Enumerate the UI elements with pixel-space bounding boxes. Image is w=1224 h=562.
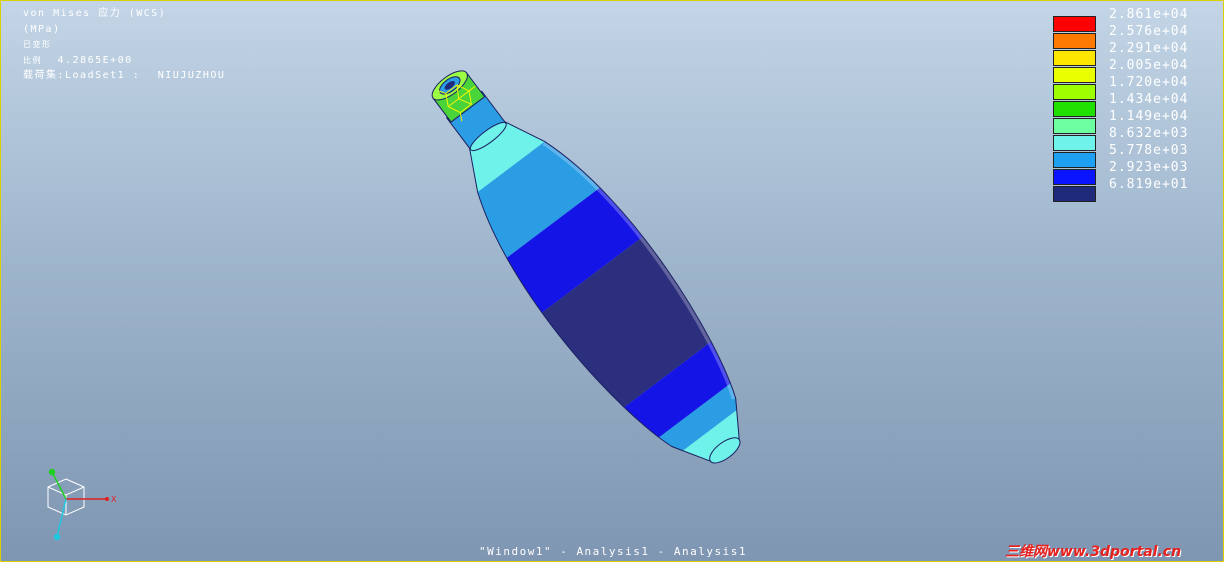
watermark: 三维网www.3dportal.cn xyxy=(1005,544,1182,560)
shaft-model[interactable] xyxy=(1,1,1224,562)
x-axis-label: X xyxy=(111,495,117,504)
analysis-viewport[interactable]: von Mises 应力 (WCS) (MPa) 已变形 比例 4.2865E+… xyxy=(0,0,1224,562)
coordinate-triad-icon: X xyxy=(47,468,117,541)
